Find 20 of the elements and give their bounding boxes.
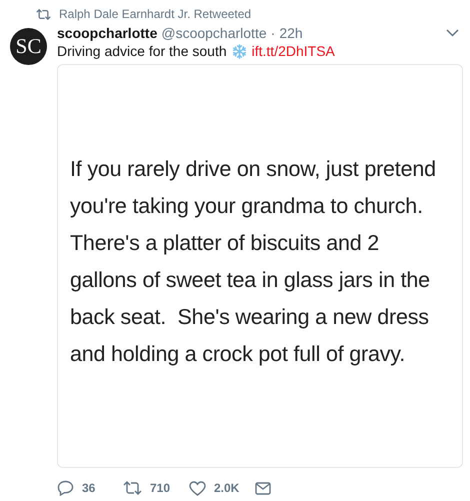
- display-name[interactable]: scoopcharlotte: [57, 25, 158, 41]
- retweet-context: Ralph Dale Earnhardt Jr. Retweeted: [59, 7, 252, 21]
- tweet-text: Driving advice for the south: [57, 43, 227, 59]
- image-card[interactable]: [57, 64, 463, 468]
- envelope-icon: [255, 482, 271, 494]
- snowflake-icon: [232, 44, 247, 58]
- heart-icon: [189, 480, 206, 496]
- retweet-icon: [123, 481, 142, 495]
- tweet-link[interactable]: ift.tt/2DhITSA: [252, 43, 335, 59]
- avatar[interactable]: SC: [10, 28, 47, 65]
- separator: ·: [270, 25, 276, 41]
- tweet-time[interactable]: 22h: [279, 25, 303, 41]
- image-text: If you rarely drive on snow, just pretend you're taking your grandma to church. There's a platter of biscuits and 2 gallons of sweet tea in glass jars in the back seat. She's wearing a new dress and holding a crock pot full of gravy.: [70, 156, 436, 368]
- user-handle[interactable]: @scoopcharlotte: [161, 25, 267, 41]
- reply-button[interactable]: 36: [57, 480, 123, 496]
- retweet-button[interactable]: 710: [123, 481, 189, 495]
- chevron-down-icon[interactable]: [446, 29, 459, 37]
- like-button[interactable]: 2.0K: [189, 480, 255, 496]
- retweet-icon: [36, 8, 51, 20]
- reply-icon: [57, 480, 74, 496]
